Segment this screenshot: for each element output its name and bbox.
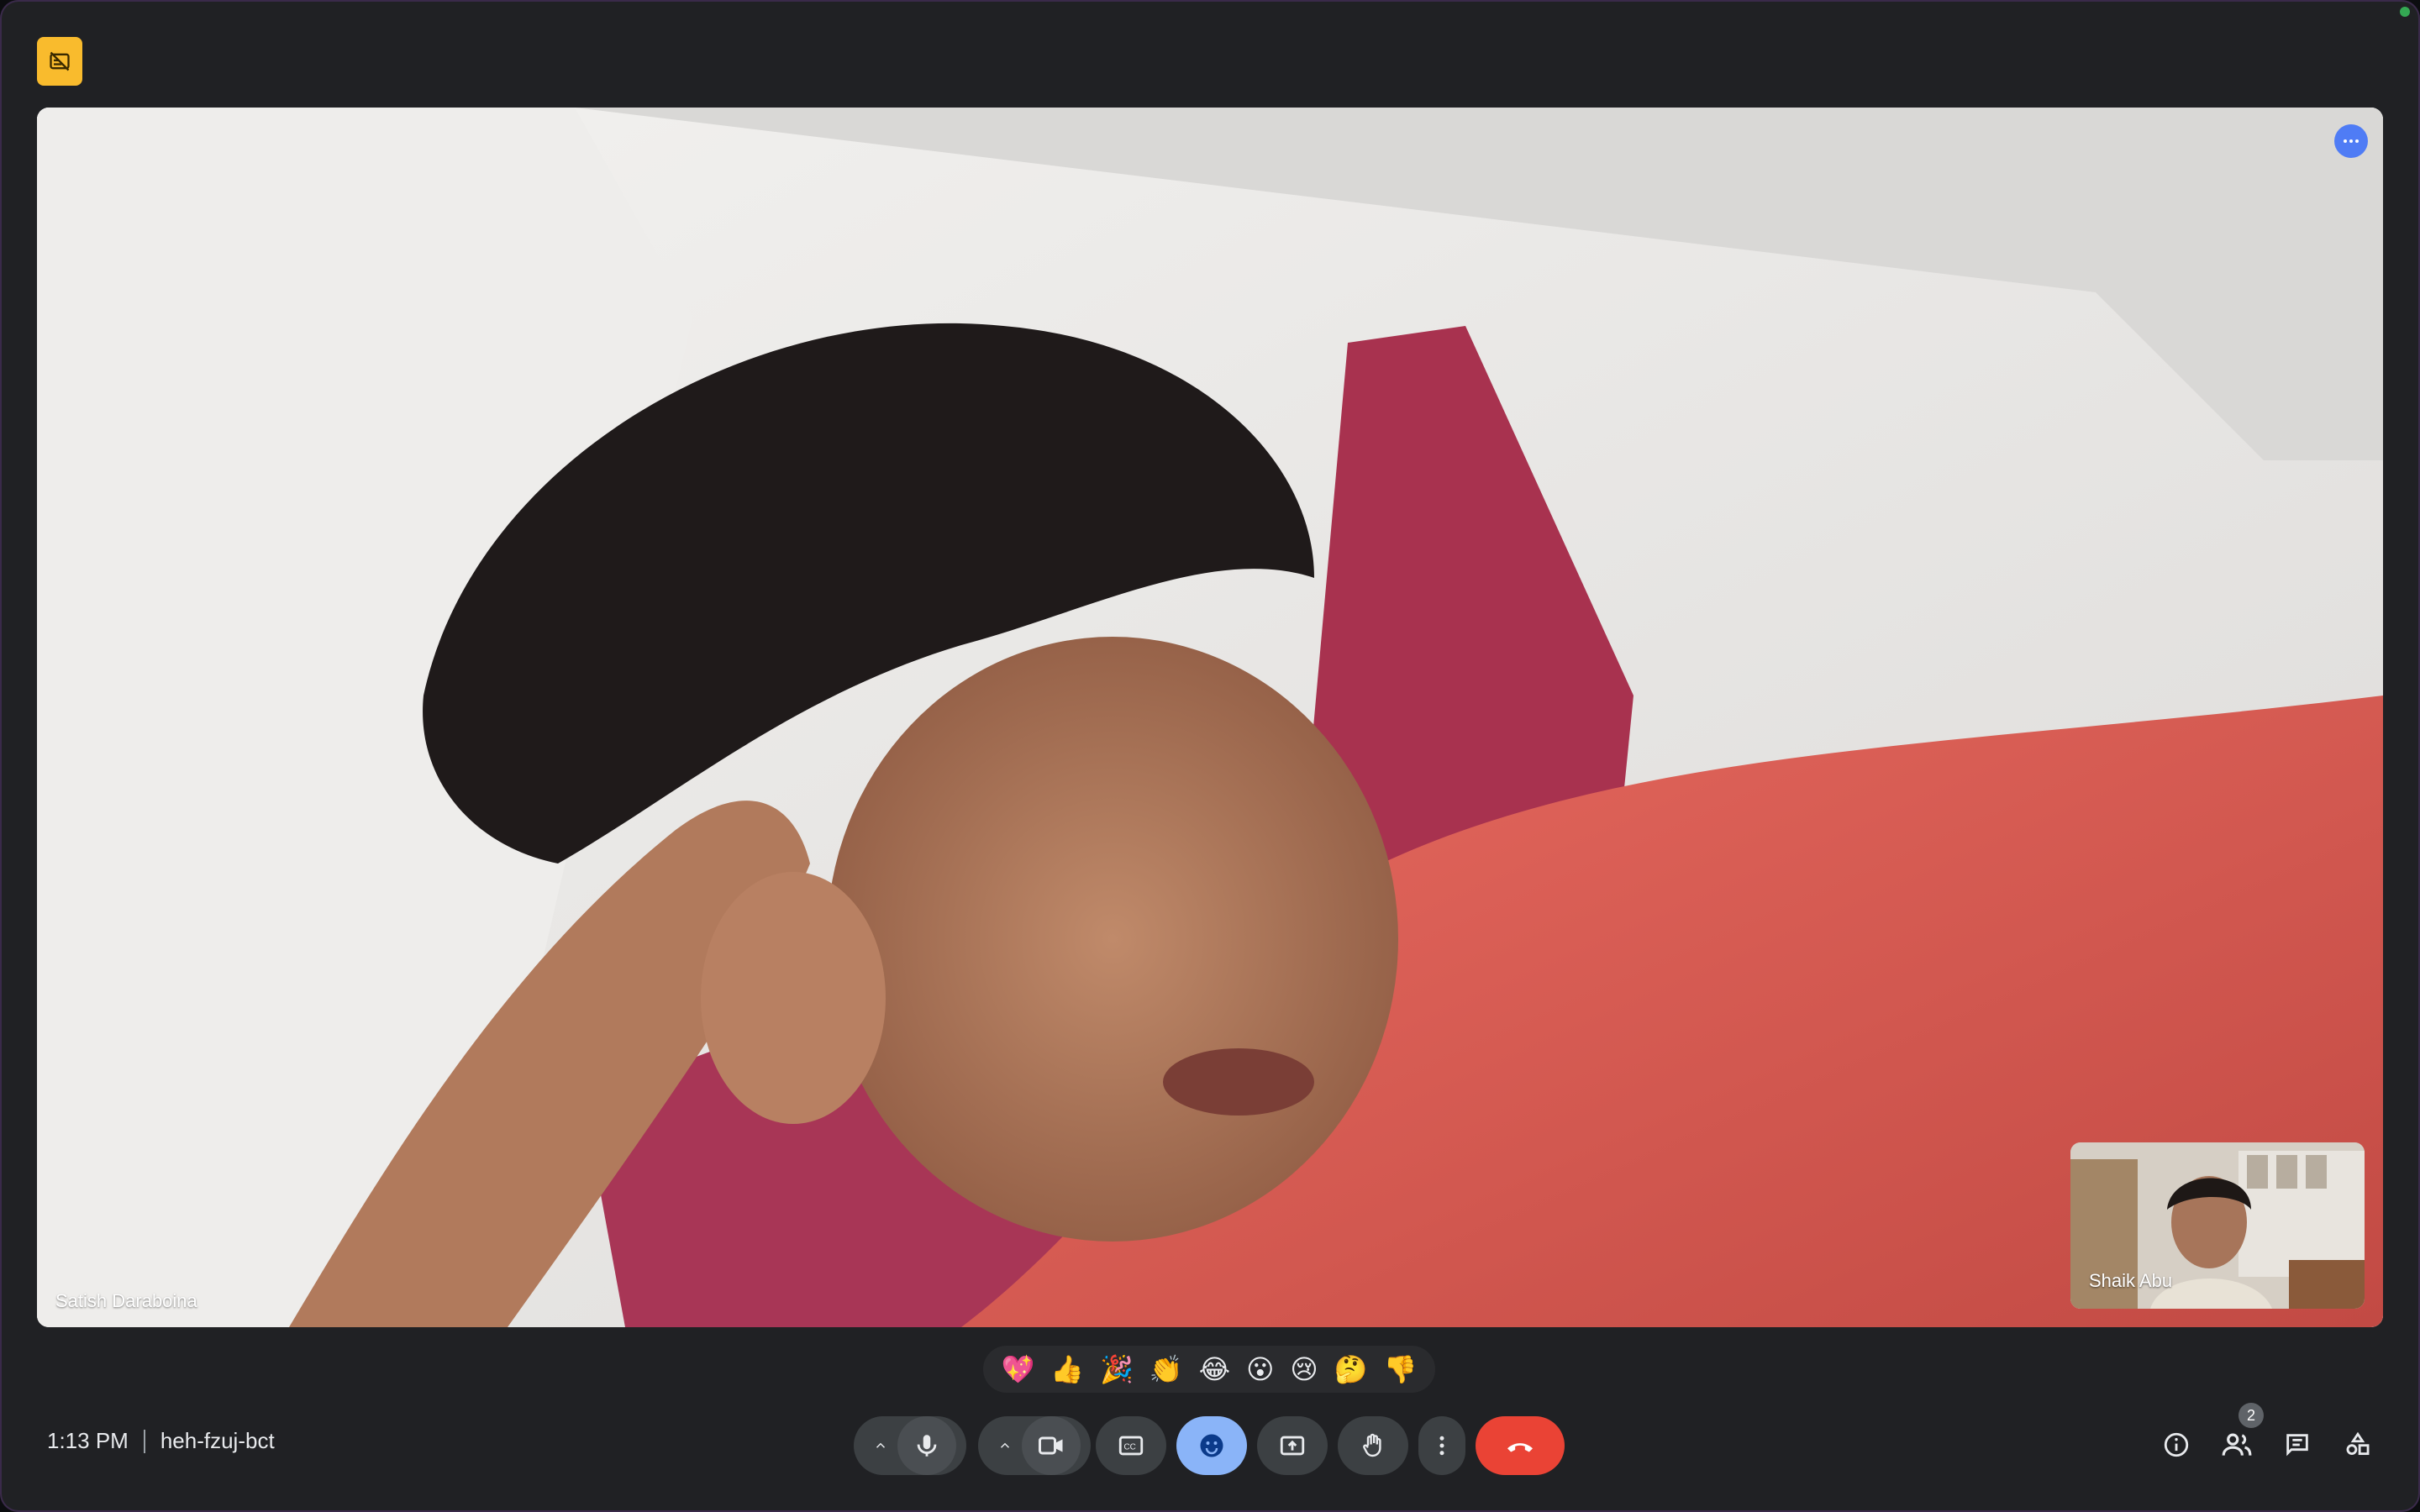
- reaction-laugh-button[interactable]: 😂: [1199, 1356, 1230, 1383]
- meeting-info-button[interactable]: [2151, 1420, 2202, 1470]
- reaction-heart-button[interactable]: 💖: [1001, 1356, 1034, 1383]
- info-icon: [2164, 1432, 2189, 1457]
- captions-off-icon: [50, 51, 70, 71]
- reaction-surprised-button[interactable]: 😮: [1246, 1356, 1274, 1383]
- reaction-sad-button[interactable]: 😢: [1290, 1356, 1318, 1383]
- captions-icon: CC: [1118, 1436, 1144, 1456]
- end-call-button[interactable]: [1476, 1416, 1565, 1475]
- mic-control-group: [854, 1416, 966, 1475]
- chat-icon: [2286, 1434, 2308, 1457]
- end-call-icon: [1507, 1443, 1533, 1452]
- captions-button[interactable]: CC: [1096, 1416, 1166, 1475]
- meet-window: Satish Daraboina Shaik Abu 💖 👍 🎉 👏 😂 😮 😢…: [0, 0, 2420, 1512]
- main-video-tile: Satish Daraboina: [37, 108, 2383, 1327]
- captions-off-badge[interactable]: [37, 37, 82, 86]
- svg-text:CC: CC: [1124, 1442, 1136, 1452]
- chat-button[interactable]: [2272, 1420, 2323, 1470]
- meeting-details: 1:13 PM heh-fzuj-bct: [47, 1428, 275, 1454]
- raise-hand-icon: [1363, 1433, 1381, 1457]
- more-vert-icon: [1439, 1436, 1444, 1456]
- reaction-thumbs-up-button[interactable]: 👍: [1050, 1356, 1084, 1383]
- main-participant-name: Satish Daraboina: [55, 1290, 197, 1311]
- reactions-bar: 💖 👍 🎉 👏 😂 😮 😢 🤔 👎: [983, 1346, 1435, 1393]
- meeting-time: 1:13 PM: [47, 1428, 129, 1453]
- self-participant-name: Shaik Abu: [2089, 1270, 2173, 1291]
- mic-icon: [917, 1435, 937, 1457]
- self-view-tile[interactable]: Shaik Abu: [2070, 1142, 2365, 1309]
- more-options-button[interactable]: [1418, 1416, 1465, 1475]
- camera-button[interactable]: [1022, 1416, 1081, 1475]
- camera-icon: [1039, 1436, 1063, 1455]
- audio-settings-button[interactable]: [864, 1416, 897, 1475]
- emoji-icon: [1200, 1434, 1223, 1457]
- participant-count-badge: 2: [2238, 1403, 2264, 1428]
- tile-options-button[interactable]: [2334, 124, 2368, 158]
- more-horiz-icon: [2344, 139, 2359, 143]
- activities-button[interactable]: [2333, 1420, 2383, 1470]
- raise-hand-button[interactable]: [1338, 1416, 1408, 1475]
- reactions-button[interactable]: [1176, 1416, 1247, 1475]
- reaction-thumbs-down-button[interactable]: 👎: [1384, 1356, 1418, 1383]
- present-icon: [1280, 1436, 1305, 1456]
- video-settings-button[interactable]: [988, 1416, 1022, 1475]
- activities-icon: [2346, 1431, 2370, 1456]
- reaction-party-button[interactable]: 🎉: [1100, 1356, 1134, 1383]
- details-divider: [143, 1429, 145, 1453]
- window-status-dot: [2400, 7, 2410, 17]
- top-bar: [0, 0, 2420, 108]
- chevron-up-icon: [1000, 1442, 1010, 1448]
- reaction-clap-button[interactable]: 👏: [1150, 1356, 1183, 1383]
- camera-control-group: [978, 1416, 1091, 1475]
- chevron-up-icon: [876, 1442, 886, 1448]
- meeting-code: heh-fzuj-bct: [160, 1428, 275, 1453]
- main-video-feed: [37, 108, 2383, 1327]
- reaction-thinking-button[interactable]: 🤔: [1334, 1356, 1368, 1383]
- mic-button[interactable]: [897, 1416, 956, 1475]
- present-button[interactable]: [1257, 1416, 1328, 1475]
- people-icon: [2222, 1433, 2252, 1456]
